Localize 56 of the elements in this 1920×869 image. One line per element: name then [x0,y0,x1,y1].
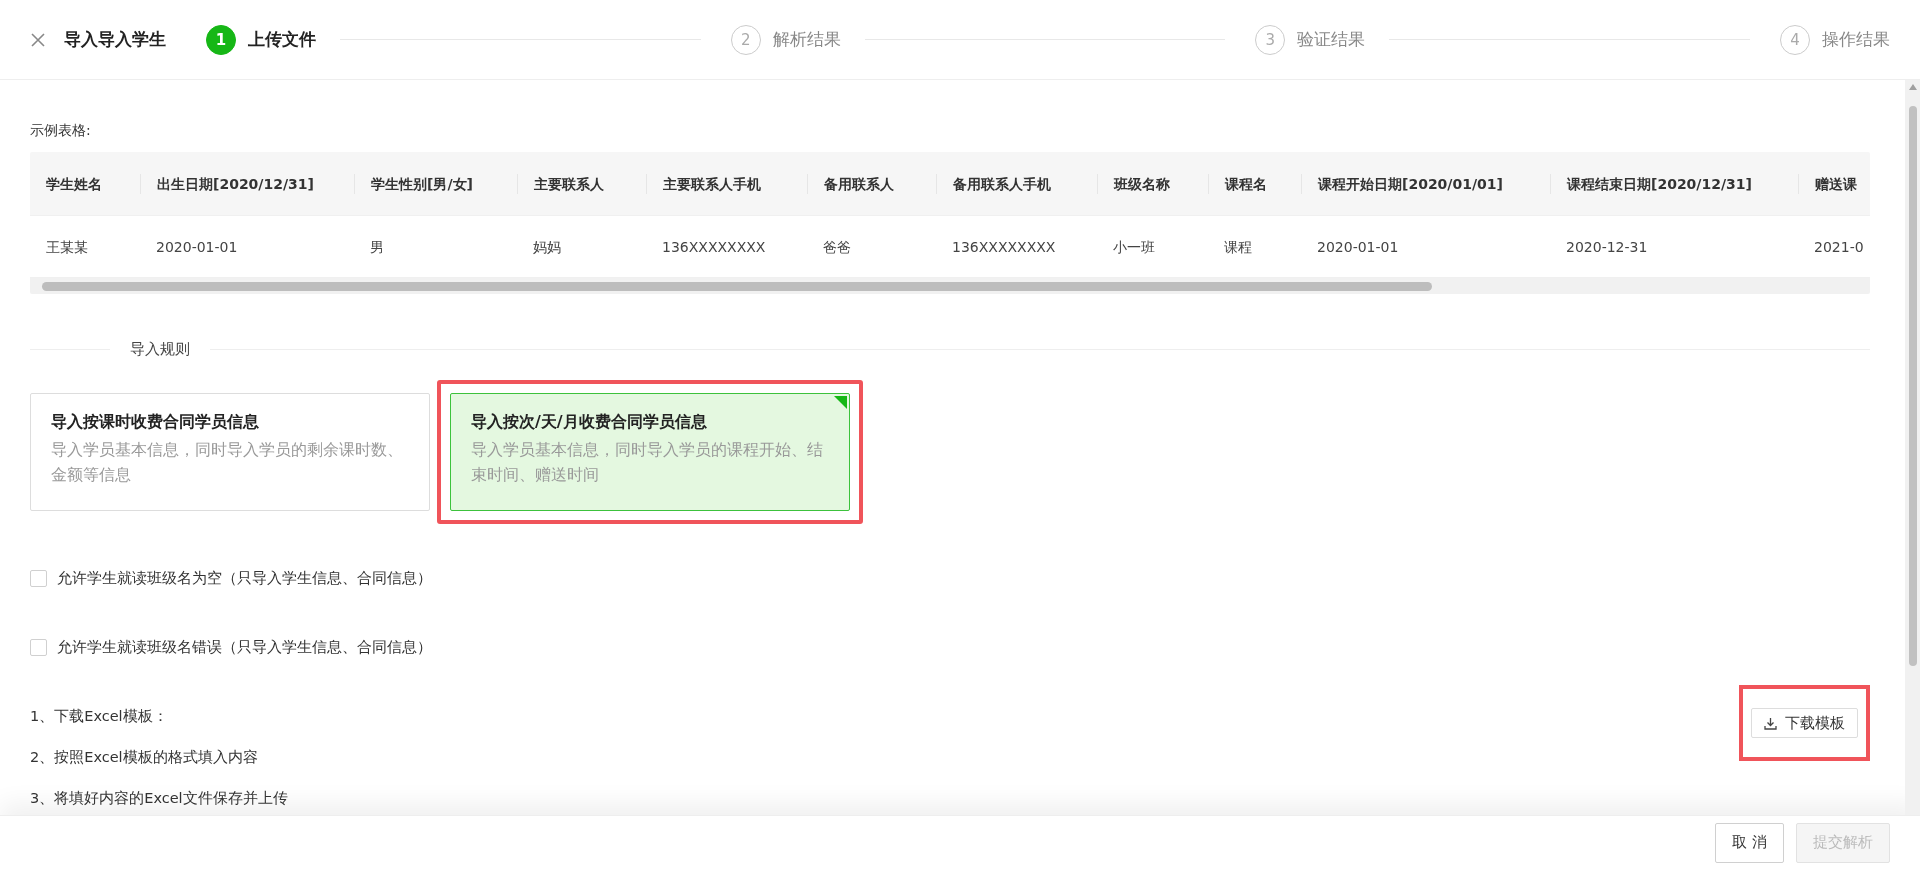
checkbox[interactable] [30,639,47,656]
dialog-title: 导入导入学生 [64,28,166,51]
column-header: 备用联系人 [807,173,936,194]
table-cell-text: 2020-01-01 [155,237,239,257]
option-description: 导入学员基本信息，同时导入学员的剩余课时数、金额等信息 [51,439,404,486]
table-cell-text: 爸爸 [822,237,852,257]
table-cell-text: 136XXXXXXXX [951,237,1057,257]
download-button[interactable]: 下载模板 [1751,708,1858,738]
horizontal-scrollbar[interactable] [30,278,1870,294]
rule-option-card[interactable]: 导入按次/天/月收费合同学员信息 导入学员基本信息，同时导入学员的课程开始、结束时间、赠送时间 [450,393,850,511]
option-title: 导入按课时收费合同学员信息 [51,412,260,433]
step-number: 2 [730,24,761,55]
table-cell-text: 136XXXXXXXX [661,237,767,257]
step-label: 解析结果 [772,28,841,51]
option-title: 导入按次/天/月收费合同学员信息 [471,412,708,433]
column-header: 课程名 [1208,173,1301,194]
section-title: 导入规则 [129,340,191,359]
column-header: 学生姓名 [45,174,103,194]
step-label: 上传文件 [248,28,316,51]
step-number: 1 [206,24,236,55]
instruction-text: 3、将填好内容的Excel文件保存并上传 [30,789,288,808]
download-icon [1764,716,1777,730]
column-header: 主要联系人手机 [646,173,807,194]
corner-check-icon [834,396,847,409]
instruction-text: 1、下载Excel模板： [30,707,169,726]
table-cell-text: 妈妈 [532,237,562,257]
table-cell-text: 2020-12-31 [1565,237,1649,257]
column-header: 课程结束日期[2020/12/31] [1550,173,1798,194]
table-cell-text: 王某某 [45,237,89,257]
example-label: 示例表格: [30,122,92,140]
table-cell-text: 小一班 [1112,237,1156,257]
table-cell-text: 课程 [1223,237,1253,257]
cancel-button[interactable]: 取 消 [1715,822,1784,863]
step-label: 操作结果 [1822,28,1890,51]
option-description: 导入学员基本信息，同时导入学员的课程开始、结束时间、赠送时间 [471,439,824,486]
column-header: 出生日期[2020/12/31] [140,173,354,194]
rule-option-card[interactable]: 导入按课时收费合同学员信息 导入学员基本信息，同时导入学员的剩余课时数、金额等信息 [30,393,430,511]
step-number: 3 [1255,24,1286,55]
column-header: 备用联系人手机 [936,173,1097,194]
close-icon[interactable] [30,31,46,48]
table-cell-text: 2021-0 [1813,237,1865,257]
table-cell-text: 2020-01-01 [1316,237,1400,257]
checkbox-label: 允许学生就读班级名为空（只导入学生信息、合同信息） [57,569,432,588]
checkbox-label: 允许学生就读班级名错误（只导入学生信息、合同信息） [57,638,432,657]
step-number: 4 [1780,24,1810,55]
vertical-scrollbar[interactable] [1905,80,1920,815]
column-header: 主要联系人 [517,173,646,194]
column-header: 学生性别[男/女] [354,173,517,194]
table-cell-text: 男 [369,237,385,257]
step-label: 验证结果 [1297,28,1366,51]
checkbox[interactable] [30,570,47,587]
column-header: 赠送课 [1798,173,1866,194]
column-header: 课程开始日期[2020/01/01] [1301,173,1550,194]
instruction-text: 2、按照Excel模板的格式填入内容 [30,748,259,767]
scroll-up-arrow-icon[interactable] [1908,84,1917,90]
column-header: 班级名称 [1097,173,1208,194]
